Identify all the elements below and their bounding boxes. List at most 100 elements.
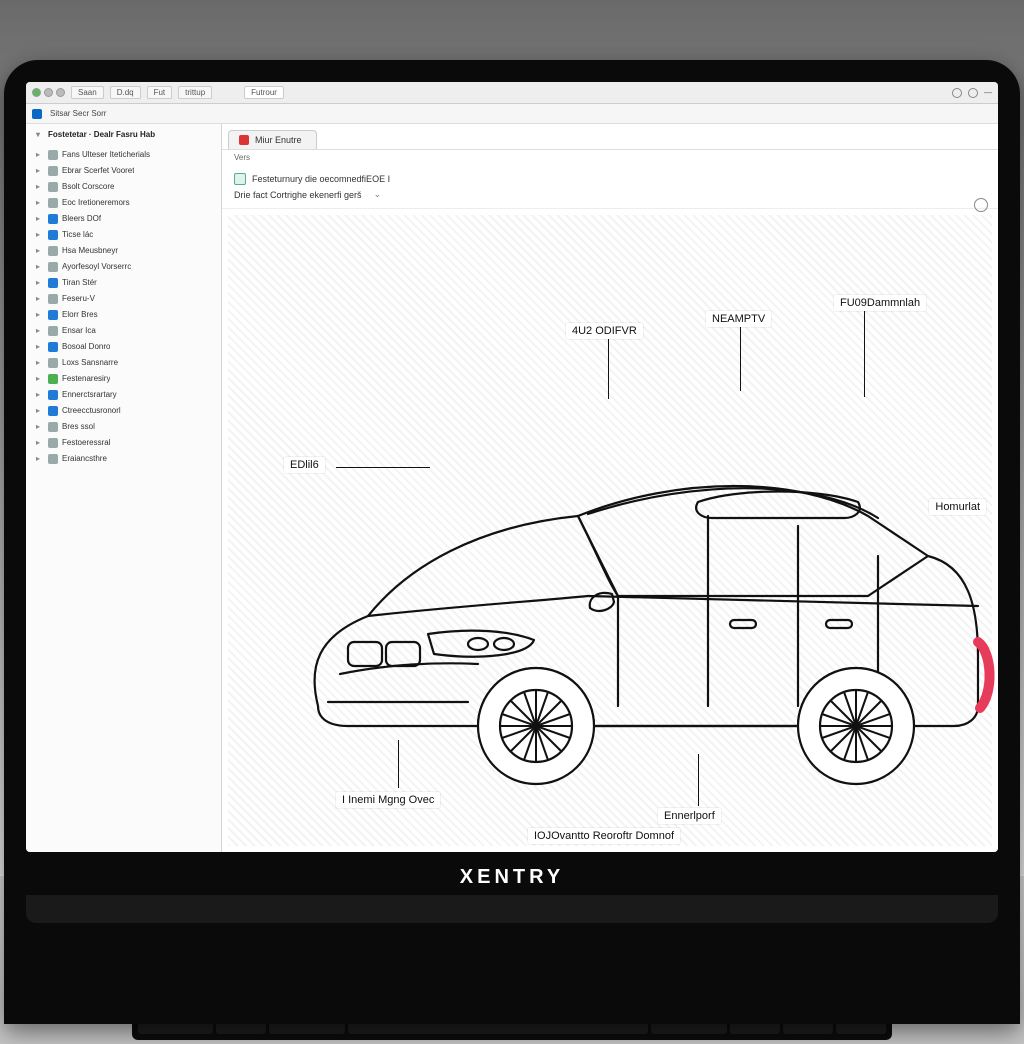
tree-item-label: Eoc Iretioneremors: [62, 196, 130, 210]
chrome-tab[interactable]: Futrour: [244, 86, 284, 99]
tree-item-label: Loxs Sansnarre: [62, 356, 118, 370]
tree-item-label: Elorr Bres: [62, 308, 98, 322]
tree-item[interactable]: ▸Festenaresiry: [26, 371, 221, 387]
help-icon[interactable]: [974, 198, 988, 212]
tree-item-label: Tiran Stér: [62, 276, 97, 290]
tree-item[interactable]: ▸Eoc Iretioneremors: [26, 195, 221, 211]
tree-item-icon: [48, 182, 58, 192]
tree-item-icon: [48, 214, 58, 224]
tree-item-icon: [48, 358, 58, 368]
tree-item-label: Hsa Meusbneyr: [62, 244, 118, 258]
tree-item-label: Eraiancsthre: [62, 452, 107, 466]
hinge: [26, 895, 998, 923]
sidebar: ▾ Fostetetar · Dealr Fasru Hab ▸Fans Ult…: [26, 124, 222, 852]
chrome-segment[interactable]: Saan: [71, 86, 104, 99]
main-panel: Miur Enutre Vers Festeturnury die oecomn…: [222, 124, 998, 852]
tree-item[interactable]: ▸Hsa Meusbneyr: [26, 243, 221, 259]
toolbar-title: Sitsar Secr Sorr: [50, 109, 106, 118]
info-bar: Festeturnury die oecomnedfiEOE I Drie fa…: [222, 165, 998, 209]
chrome-segment[interactable]: D.dq: [110, 86, 141, 99]
tree-item-icon: [48, 262, 58, 272]
window-control[interactable]: [32, 88, 41, 97]
callout-front-lower[interactable]: I Inemi Mgng Ovec: [336, 792, 440, 808]
window-control[interactable]: [56, 88, 65, 97]
tree[interactable]: ▸Fans Ulteser Iteticherials▸Ebrar Scerfe…: [26, 143, 221, 852]
diagram-canvas[interactable]: EDlil6 4U2 ODIFVR NEAMPTV FU09Dammnlah H…: [228, 215, 992, 846]
tree-item-icon: [48, 166, 58, 176]
tree-item-label: Ensar Ica: [62, 324, 96, 338]
callout-under-mid[interactable]: Ennerlporf: [658, 808, 721, 824]
tree-item-icon: [48, 294, 58, 304]
tree-item[interactable]: ▸Festoeressral: [26, 435, 221, 451]
tree-item-icon: [48, 438, 58, 448]
callout-roof-left[interactable]: 4U2 ODIFVR: [566, 323, 643, 339]
callout-roof-mid[interactable]: NEAMPTV: [706, 311, 771, 327]
window-chrome: Saan D.dq Fut trittup Futrour —: [26, 82, 998, 104]
laptop-brand: XENTRY: [26, 852, 998, 895]
tree-item-icon: [48, 230, 58, 240]
info-line: Festeturnury die oecomnedfiEOE I: [252, 174, 390, 184]
tree-item[interactable]: ▸Bosoal Donro: [26, 339, 221, 355]
tab-label: Miur Enutre: [255, 135, 302, 145]
tree-item-icon: [48, 342, 58, 352]
tree-item[interactable]: ▸Ebrar Scerfet Vooret: [26, 163, 221, 179]
tree-header: ▾ Fostetetar · Dealr Fasru Hab: [26, 124, 221, 143]
tree-item[interactable]: ▸Ctreecctusronorl: [26, 403, 221, 419]
tree-item-label: Bleers DOf: [62, 212, 101, 226]
tree-item-icon: [48, 374, 58, 384]
chrome-segment[interactable]: Fut: [147, 86, 173, 99]
tree-item[interactable]: ▸Bsolt Corscore: [26, 179, 221, 195]
tree-item[interactable]: ▸Bleers DOf: [26, 211, 221, 227]
tab-bar: Miur Enutre: [222, 124, 998, 150]
info-line: Drie fact Cortrighe ekenerfi gerš: [234, 190, 362, 200]
tree-item-label: Ctreecctusronorl: [62, 404, 121, 418]
tree-item[interactable]: ▸Loxs Sansnarre: [26, 355, 221, 371]
tree-header-label: Fostetetar · Dealr Fasru Hab: [48, 128, 155, 142]
tree-item-label: Feseru-V: [62, 292, 95, 306]
tree-item[interactable]: ▸Eraiancsthre: [26, 451, 221, 467]
tree-item[interactable]: ▸Ayorfesoyl Vorserrc: [26, 259, 221, 275]
tree-item-icon: [48, 326, 58, 336]
tree-item[interactable]: ▸Tiran Stér: [26, 275, 221, 291]
tree-item-icon: [48, 390, 58, 400]
tree-item-label: Ennerctsrartary: [62, 388, 117, 402]
tree-item-icon: [48, 150, 58, 160]
tree-item[interactable]: ▸Ticse lác: [26, 227, 221, 243]
tree-item-label: Ticse lác: [62, 228, 93, 242]
tree-item[interactable]: ▸Fans Ulteser Iteticherials: [26, 147, 221, 163]
tab-icon: [239, 135, 249, 145]
info-icon: [234, 173, 246, 185]
chrome-button[interactable]: [952, 88, 962, 98]
tree-item-icon: [48, 310, 58, 320]
tree-item-label: Festoeressral: [62, 436, 110, 450]
tree-item-label: Bsolt Corscore: [62, 180, 114, 194]
tab-subtitle: Vers: [222, 150, 998, 165]
tree-item[interactable]: ▸Ennerctsrartary: [26, 387, 221, 403]
app-icon: [32, 109, 42, 119]
tree-item-label: Festenaresiry: [62, 372, 110, 386]
tree-item-label: Bres ssol: [62, 420, 95, 434]
vehicle-diagram: [278, 406, 998, 786]
tree-item-icon: [48, 406, 58, 416]
tree-item-label: Fans Ulteser Iteticherials: [62, 148, 150, 162]
chevron-down-icon[interactable]: ⌄: [374, 189, 382, 200]
tree-item-label: Bosoal Donro: [62, 340, 110, 354]
tree-item[interactable]: ▸Bres ssol: [26, 419, 221, 435]
screen: Saan D.dq Fut trittup Futrour — Sitsar S…: [26, 82, 998, 852]
tree-item[interactable]: ▸Feseru-V: [26, 291, 221, 307]
callout-under-long[interactable]: IOJOvantto Reoroftr Domnof: [528, 828, 680, 844]
window-control[interactable]: [44, 88, 53, 97]
chrome-segment[interactable]: trittup: [178, 86, 212, 99]
chrome-min-icon[interactable]: —: [984, 88, 992, 97]
tree-item-icon: [48, 198, 58, 208]
tree-item[interactable]: ▸Ensar Ica: [26, 323, 221, 339]
chrome-button[interactable]: [968, 88, 978, 98]
tree-item-label: Ayorfesoyl Vorserrc: [62, 260, 131, 274]
tree-item[interactable]: ▸Elorr Bres: [26, 307, 221, 323]
tab[interactable]: Miur Enutre: [228, 130, 317, 149]
tree-item-label: Ebrar Scerfet Vooret: [62, 164, 134, 178]
tree-item-icon: [48, 454, 58, 464]
toolbar: Sitsar Secr Sorr: [26, 104, 998, 124]
tree-item-icon: [48, 278, 58, 288]
callout-roof-right[interactable]: FU09Dammnlah: [834, 295, 926, 311]
